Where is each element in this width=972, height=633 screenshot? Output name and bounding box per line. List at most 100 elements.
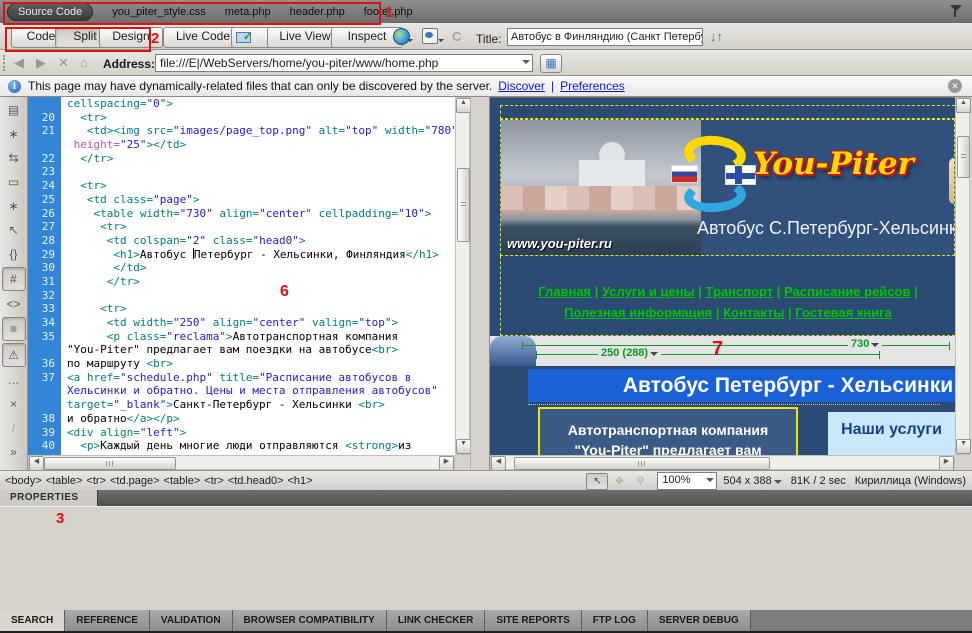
results-tab-server-debug[interactable]: SERVER DEBUG [648,610,751,631]
code-row[interactable]: 40 <p>Каждый день многие люди отправляют… [28,439,455,453]
design-view-pane[interactable]: You-Piter Автобус С.Петербург-Хельсинки … [490,97,955,455]
code-row[interactable]: 34 <td width="250" align="center" valign… [28,316,455,330]
code-row[interactable]: 29 <h1>Автобус Петербург - Хельсинки, Фи… [28,248,455,262]
results-tab-site-reports[interactable]: SITE REPORTS [485,610,581,631]
title-input[interactable]: Автобус в Финляндию (Санкт Петербург - Х… [507,28,703,46]
code-row[interactable]: 39<div align="left"> [28,426,455,440]
code-row[interactable]: 35 <p class="reclama">Автотранспортная к… [28,330,455,344]
tag-selector-item[interactable]: <h1> [288,475,313,487]
refresh-icon[interactable]: C [452,29,461,44]
scroll-down-icon[interactable]: ▼ [456,439,471,454]
code-row[interactable]: 24 <tr> [28,179,455,193]
code-row[interactable]: Хельсинки и обратно. Цены и места отправ… [28,384,455,398]
tag-selector-item[interactable]: <td.page> [110,475,160,487]
scroll-up-icon[interactable]: ▲ [956,98,971,113]
code-row[interactable]: 28 <td colspan="2" class="head0"> [28,234,455,248]
related-file-tab[interactable]: footer.php [364,6,413,18]
balance-braces-icon[interactable]: {} [3,243,25,265]
open-documents-icon[interactable]: ▤ [3,99,25,121]
zoom-tool-icon[interactable]: ⚲ [630,474,650,489]
hand-tool-icon[interactable]: ✥ [609,474,629,489]
menu-link[interactable]: Полезная информация [564,305,712,320]
forward-icon[interactable]: ▶ [36,55,46,71]
menu-link[interactable]: Главная [538,284,591,299]
related-file-tab[interactable]: header.php [290,6,345,18]
toolbar-grip[interactable] [3,55,6,71]
line-numbers-icon[interactable]: # [2,267,26,291]
scrollbar-thumb[interactable] [957,136,970,178]
format-source-code-icon[interactable]: / [3,417,25,439]
results-tab-ftp-log[interactable]: FTP LOG [582,610,648,631]
code-row[interactable]: 26 <table width="730" align="center" cel… [28,207,455,221]
code-row[interactable]: target="_blank">Санкт-Петербург - Хельси… [28,398,455,412]
preferences-link[interactable]: Preferences [560,79,625,93]
menu-link[interactable]: Услуги и цены [602,284,695,299]
code-row[interactable]: 31 </tr> [28,275,455,289]
file-list-button[interactable]: ▦ [540,54,562,73]
scroll-left-icon[interactable]: ◀ [491,456,506,471]
code-row[interactable]: 33 <tr> [28,302,455,316]
scrollbar-thumb[interactable] [514,457,770,470]
tag-selector-item[interactable]: <td.head0> [228,475,284,487]
tag-selector-item[interactable]: <body> [5,475,42,487]
menu-link[interactable]: Гостевая книга [795,305,892,320]
code-navigator-icon[interactable]: ∗ [3,123,25,145]
design-vertical-scrollbar[interactable]: ▲ ▼ [955,97,970,455]
tag-selector-item[interactable]: <table> [164,475,201,487]
scrollbar-thumb[interactable] [457,168,470,242]
discover-link[interactable]: Discover [498,79,545,93]
related-file-tab[interactable]: meta.php [225,6,271,18]
tag-selector-item[interactable]: <table> [46,475,83,487]
apply-comment-icon[interactable]: … [3,369,25,391]
code-row[interactable]: 23 [28,165,455,179]
code-row[interactable]: 27 <tr> [28,220,455,234]
menu-link[interactable]: Расписание рейсов [784,284,910,299]
home-icon[interactable]: ⌂ [80,55,88,70]
scroll-down-icon[interactable]: ▼ [956,439,971,454]
preview-in-browser-button[interactable] [392,28,414,46]
source-code-tab[interactable]: Source Code [7,3,93,21]
tag-selector-item[interactable]: <tr> [86,475,106,487]
tag-selector[interactable]: <body><table><tr><td.page><table><tr><td… [0,475,317,487]
results-tab-search[interactable]: SEARCH [0,610,65,631]
code-row[interactable]: 36по маршруту <br> [28,357,455,371]
collapse-selection-icon[interactable]: ▭ [3,171,25,193]
file-management-icon[interactable]: ↓↑ [710,29,723,44]
column-width-menu-250[interactable]: 250 (288) [598,347,661,360]
stop-icon[interactable]: ✕ [58,55,69,71]
remove-comment-icon[interactable]: × [3,393,25,415]
design-horizontal-scrollbar[interactable]: ◀ ▶ [490,455,955,470]
highlight-invalid-code-icon[interactable]: <> [3,293,25,315]
code-row[interactable]: 32 [28,289,455,303]
related-file-tab[interactable]: you_piter_style.css [112,6,206,18]
code-row[interactable]: 20 <tr> [28,111,455,125]
back-icon[interactable]: ◀ [14,55,24,71]
code-row[interactable]: 38и обратно</a></p> [28,412,455,426]
scrollbar-thumb[interactable] [44,457,176,470]
results-tab-link-checker[interactable]: LINK CHECKER [387,610,486,631]
scroll-up-icon[interactable]: ▲ [456,98,471,113]
results-tab-reference[interactable]: REFERENCE [65,610,150,631]
window-size-select[interactable]: 504 x 388 [723,475,781,488]
visual-aids-button[interactable] [421,28,445,46]
zoom-level-select[interactable]: 100% [657,472,717,490]
results-tab-browser-compatibility[interactable]: BROWSER COMPATIBILITY [233,610,387,631]
table-width-menu-730[interactable]: 730 [848,338,882,351]
word-wrap-icon[interactable]: ≡ [2,317,26,341]
menu-link[interactable]: Контакты [723,305,784,320]
code-row[interactable]: cellspacing="0"> [28,97,455,111]
properties-panel-tab[interactable]: PROPERTIES [0,490,98,506]
design-view-button[interactable]: Design [99,27,163,48]
code-row[interactable]: 30 </td> [28,261,455,275]
menu-link[interactable]: Транспорт [706,284,774,299]
code-vertical-scrollbar[interactable]: ▲ ▼ [455,97,470,455]
code-row[interactable]: "You-Piter" предлагает вам поездки на ав… [28,343,455,357]
collapse-full-tag-icon[interactable]: ⇆ [3,147,25,169]
filter-icon[interactable] [949,4,964,18]
syntax-error-alerts-icon[interactable]: ⚠ [2,343,26,367]
dropdown-arrow-icon[interactable] [522,60,530,68]
scroll-right-icon[interactable]: ▶ [439,456,454,471]
code-row[interactable]: height="25"></td> [28,138,455,152]
split-view-divider[interactable] [470,97,490,470]
code-row[interactable]: 37<a href="schedule.php" title="Расписан… [28,371,455,385]
